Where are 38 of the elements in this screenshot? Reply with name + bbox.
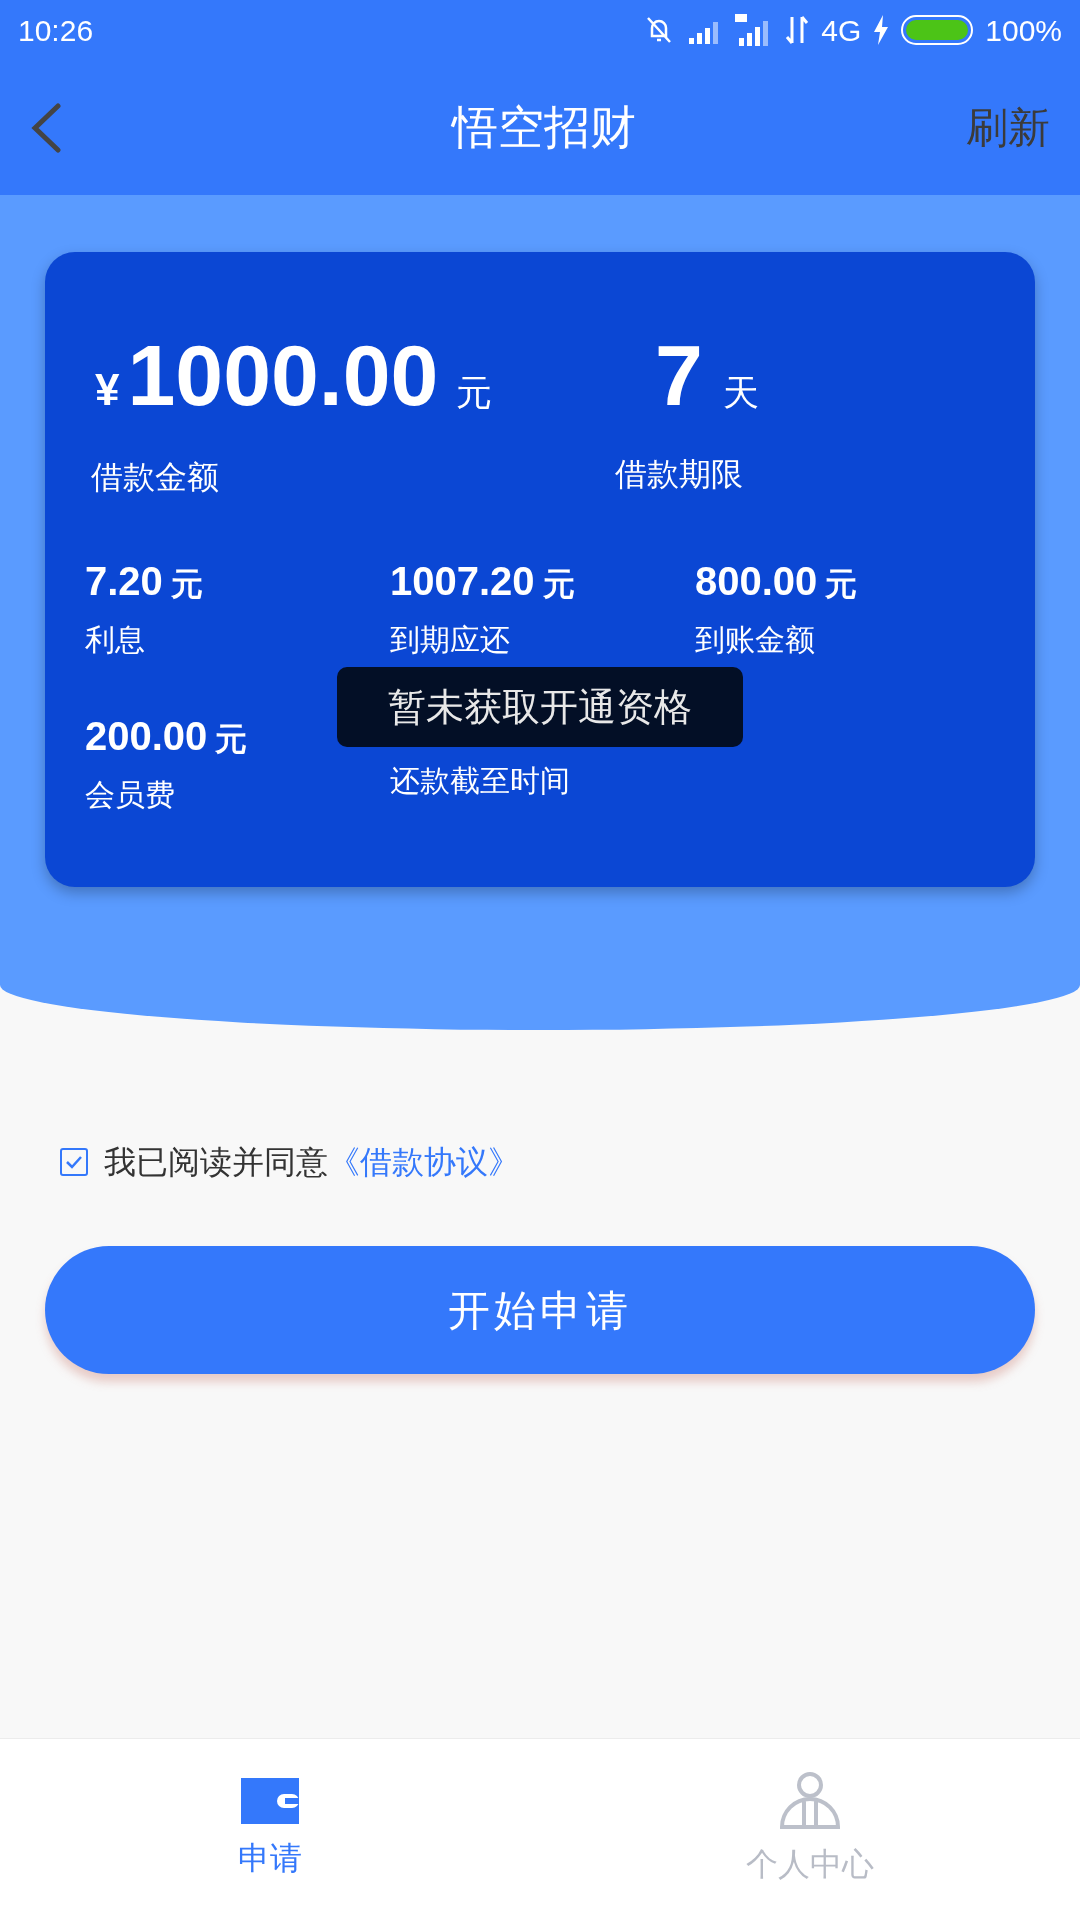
- detail-value: 200.00: [85, 713, 208, 760]
- amount-label: 借款金额: [90, 458, 220, 497]
- unit-label: 元: [170, 565, 203, 604]
- charging-icon: [873, 15, 890, 45]
- detail-label: 还款截至时间: [390, 763, 571, 799]
- tab-bar-item[interactable]: 申请: [0, 1739, 540, 1920]
- detail-value: 1007.20: [390, 558, 535, 605]
- back-icon[interactable]: [30, 102, 62, 153]
- detail-label: 到期应还: [390, 622, 511, 658]
- loan-amount: 1000.00: [127, 332, 439, 418]
- detail-label: 利息: [85, 622, 146, 658]
- unit-label: 元: [456, 371, 493, 415]
- unit-label: 元: [215, 720, 248, 759]
- page-title: 悟空招财: [452, 100, 636, 155]
- refresh-button[interactable]: 刷新: [966, 96, 1050, 159]
- toast-message: 暂未获取开通资格: [337, 667, 743, 747]
- data-arrows-icon: [785, 15, 810, 45]
- term-label: 借款期限: [615, 455, 744, 494]
- person-icon: [779, 1771, 841, 1830]
- battery-percent: 100%: [985, 12, 1062, 49]
- unit-label: 元: [825, 565, 858, 604]
- clock-time: 10:26: [18, 12, 94, 49]
- detail-value: 800.00: [695, 558, 818, 605]
- apply-button[interactable]: 开始申请: [45, 1246, 1035, 1374]
- network-type: 4G: [821, 12, 862, 49]
- unit-label: 天: [722, 371, 759, 415]
- detail-label: 会员费: [85, 777, 176, 813]
- tab-bar-item[interactable]: 个人中心: [540, 1739, 1080, 1920]
- agreement-link[interactable]: 《借款协议》: [328, 1138, 520, 1186]
- loan-term: 7: [655, 332, 703, 418]
- agreement-text: 我已阅读并同意: [104, 1143, 328, 1182]
- agreement-checkbox[interactable]: [60, 1148, 88, 1176]
- battery-icon: [901, 15, 974, 45]
- detail-value: 7.20: [85, 558, 163, 605]
- wallet-icon: [241, 1777, 299, 1824]
- currency-symbol: ¥: [95, 364, 120, 416]
- unit-label: 元: [542, 565, 575, 604]
- detail-label: 到账金额: [695, 622, 816, 658]
